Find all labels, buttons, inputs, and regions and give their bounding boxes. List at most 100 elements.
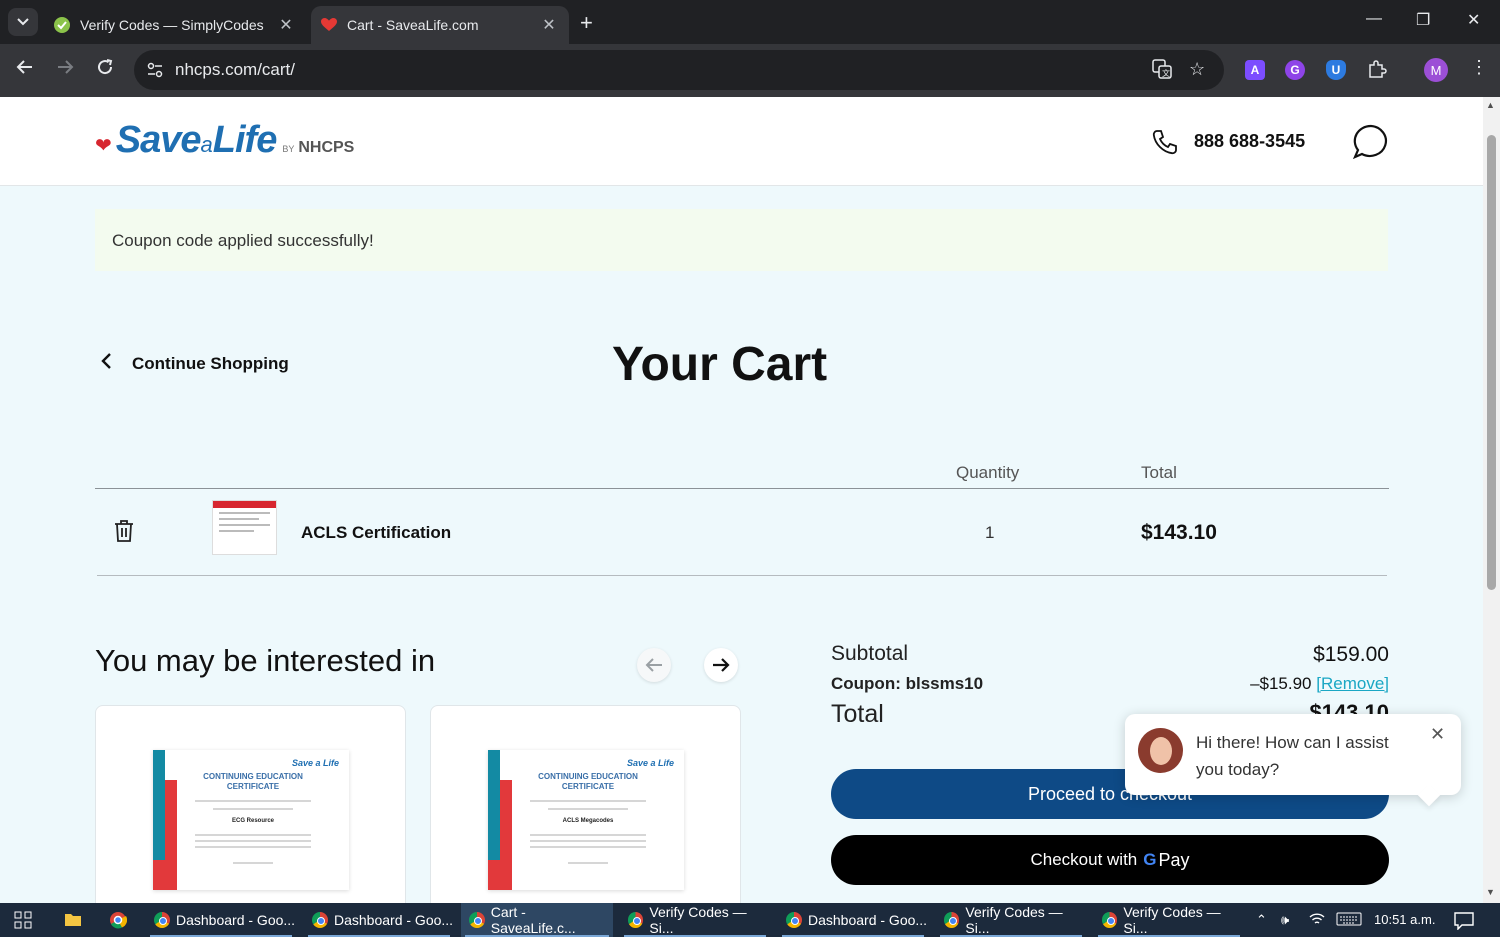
browser-menu-icon[interactable]: ⋮ — [1470, 57, 1488, 78]
volume-icon[interactable]: 🕪 — [1281, 912, 1289, 928]
chrome-icon — [154, 912, 170, 928]
phone-number[interactable]: 888 688-3545 — [1194, 131, 1305, 152]
continue-shopping-label: Continue Shopping — [132, 353, 289, 373]
wifi-icon[interactable] — [1309, 912, 1325, 929]
product-card[interactable]: Save a Life CONTINUING EDUCATION CERTIFI… — [95, 705, 406, 903]
translate-icon[interactable]: 文 — [1152, 59, 1172, 84]
page-scrollbar[interactable]: ▲ ▼ — [1483, 97, 1500, 903]
scrollbar-thumb[interactable] — [1487, 135, 1496, 590]
carousel-next-button[interactable] — [704, 648, 738, 682]
chrome-icon — [628, 912, 644, 928]
taskbar-item[interactable]: Dashboard - Goo... — [146, 903, 296, 937]
keyboard-icon[interactable] — [1336, 912, 1362, 929]
close-icon[interactable]: ✕ — [276, 15, 296, 35]
chrome-icon — [312, 912, 328, 928]
restore-icon[interactable]: ❐ — [1416, 10, 1430, 30]
taskbar-item[interactable]: Dashboard - Goo... — [778, 903, 928, 937]
file-explorer-icon[interactable] — [64, 911, 82, 932]
tab-title: Cart - SaveaLife.com — [347, 17, 479, 33]
tab-cart[interactable]: Cart - SaveaLife.com ✕ — [311, 6, 569, 44]
trash-icon[interactable] — [113, 519, 135, 548]
coupon-discount: –$15.90 [Remove] — [1230, 674, 1389, 694]
web-page: ❤ Save a Life BY NHCPS 888 688-3545 Coup… — [0, 97, 1483, 903]
certificate-logo: Save a Life — [626, 758, 674, 768]
certificate-image: Save a Life CONTINUING EDUCATION CERTIFI… — [153, 750, 349, 890]
divider — [97, 575, 1387, 576]
phone-icon[interactable] — [1151, 128, 1179, 161]
notifications-icon[interactable] — [1454, 912, 1474, 933]
clock[interactable]: 10:51 a.m. — [1374, 912, 1435, 927]
forward-arrow-icon[interactable] — [56, 58, 74, 81]
column-header-total: Total — [1141, 463, 1177, 482]
tab-search-button[interactable] — [8, 8, 38, 36]
certificate-heading: CONTINUING EDUCATION CERTIFICATE — [538, 772, 638, 791]
chevron-up-icon[interactable]: ⌃ — [1256, 912, 1267, 928]
certificate-image: Save a Life CONTINUING EDUCATION CERTIFI… — [488, 750, 684, 890]
column-header-quantity: Quantity — [956, 463, 1020, 482]
certificate-heading: CONTINUING EDUCATION CERTIFICATE — [203, 772, 303, 791]
browser-toolbar: nhcps.com/cart/ 文 ☆ A G U M ⋮ — [0, 44, 1500, 97]
taskbar-item-label: Verify Codes — Si... — [1123, 904, 1221, 936]
windows-taskbar: Dashboard - Goo... Dashboard - Goo... Ca… — [0, 903, 1500, 937]
chat-message: Hi there! How can I assist you today? — [1196, 733, 1389, 779]
divider — [95, 488, 1389, 489]
tab-title: Verify Codes — SimplyCodes — [80, 17, 264, 33]
address-bar[interactable]: nhcps.com/cart/ 文 ☆ — [134, 50, 1224, 90]
arrow-right-icon — [713, 658, 730, 672]
product-thumbnail[interactable] — [212, 500, 277, 555]
product-name[interactable]: ACLS Certification — [301, 523, 451, 543]
product-total: $143.10 — [1141, 521, 1217, 544]
taskbar-item-label: Dashboard - Goo... — [334, 912, 454, 928]
product-card[interactable]: Save a Life CONTINUING EDUCATION CERTIFI… — [430, 705, 741, 903]
arrow-left-icon — [645, 658, 662, 672]
taskbar-item[interactable]: Cart - SaveaLife.c... — [461, 903, 613, 937]
google-pay-button[interactable]: Checkout with G Pay — [831, 835, 1389, 885]
extension-g-icon[interactable]: G — [1285, 60, 1305, 80]
certificate-logo: Save a Life — [291, 758, 339, 768]
scroll-down-icon[interactable]: ▼ — [1486, 887, 1495, 897]
window-close-icon[interactable]: ✕ — [1467, 10, 1480, 30]
taskbar-item-label: Dashboard - Goo... — [176, 912, 296, 928]
taskbar-item[interactable]: Verify Codes — Si... — [620, 903, 770, 937]
taskbar-item[interactable]: Dashboard - Goo... — [304, 903, 454, 937]
extensions-puzzle-icon[interactable] — [1367, 59, 1387, 84]
back-arrow-icon[interactable] — [16, 58, 34, 81]
certificate-subject: ECG Resource — [231, 818, 274, 824]
scroll-up-icon[interactable]: ▲ — [1486, 100, 1495, 110]
logo-text: Life — [212, 119, 278, 161]
close-icon[interactable]: ✕ — [539, 15, 559, 35]
taskbar-item[interactable]: Verify Codes — Si... — [1094, 903, 1244, 937]
carousel-prev-button[interactable] — [637, 648, 671, 682]
heart-icon — [321, 17, 337, 33]
chat-popup[interactable]: Hi there! How can I assist you today? ✕ — [1125, 714, 1461, 795]
extension-a-icon[interactable]: A — [1245, 60, 1265, 80]
logo-text: a — [200, 132, 213, 157]
coupon-label: Coupon: blssms10 — [831, 674, 984, 693]
savealife-logo[interactable]: ❤ Save a Life BY NHCPS — [95, 119, 354, 162]
tab-simplycodes[interactable]: Verify Codes — SimplyCodes ✕ — [44, 6, 306, 44]
continue-shopping-link[interactable]: Continue Shopping — [100, 352, 289, 375]
simplycodes-icon — [54, 17, 70, 33]
reload-icon[interactable] — [96, 58, 114, 81]
discount-value: –$15.90 — [1250, 674, 1312, 693]
extension-u-icon[interactable]: U — [1326, 60, 1346, 80]
bookmark-star-icon[interactable]: ☆ — [1189, 59, 1205, 80]
task-view-icon[interactable] — [14, 911, 32, 934]
logo-text: BY — [282, 144, 295, 154]
new-tab-button[interactable]: + — [580, 10, 593, 36]
close-icon[interactable]: ✕ — [1430, 724, 1445, 745]
profile-avatar[interactable]: M — [1424, 58, 1448, 82]
chrome-icon — [786, 912, 802, 928]
gpay-label: Checkout with — [1030, 850, 1138, 869]
recommendations-title: You may be interested in — [95, 643, 436, 678]
taskbar-item-label: Verify Codes — Si... — [649, 904, 747, 936]
chevron-down-icon — [17, 18, 29, 26]
site-settings-icon[interactable] — [146, 61, 164, 84]
minimize-icon[interactable]: — — [1366, 10, 1382, 28]
taskbar-item[interactable]: Verify Codes — Si... — [936, 903, 1086, 937]
chat-bubble-icon[interactable] — [1352, 123, 1390, 166]
site-header: ❤ Save a Life BY NHCPS 888 688-3545 — [0, 97, 1483, 186]
chrome-icon[interactable] — [109, 911, 128, 934]
product-quantity[interactable]: 1 — [985, 523, 994, 543]
remove-coupon-link[interactable]: [Remove] — [1316, 674, 1389, 693]
